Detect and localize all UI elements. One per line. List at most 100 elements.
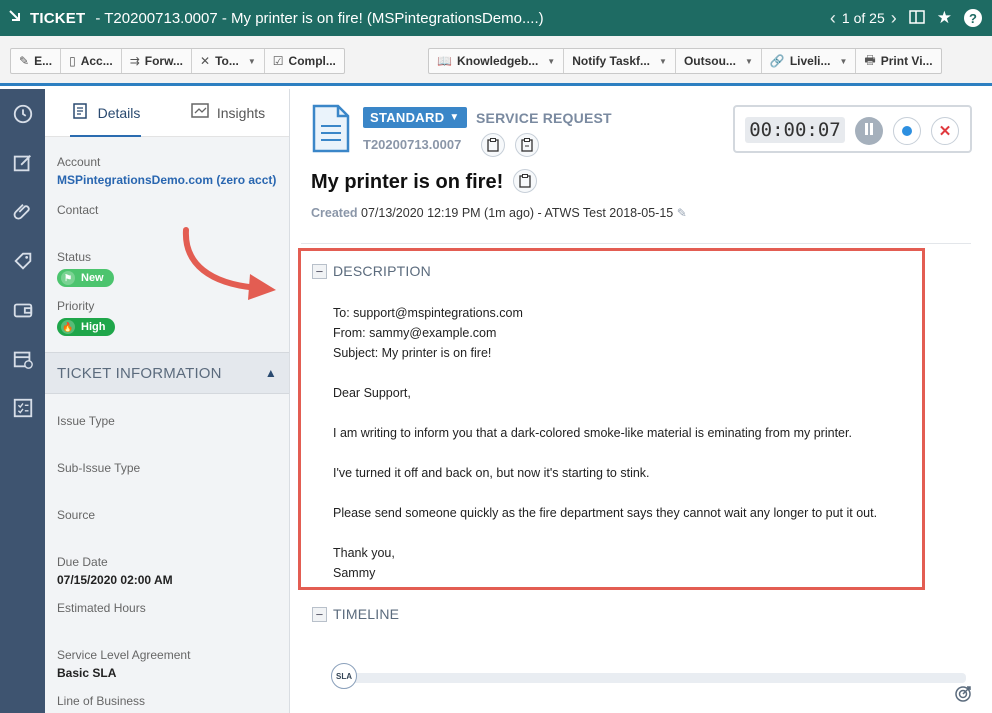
notify-taskfire-button[interactable]: Notify Taskf... ▼ xyxy=(564,49,676,73)
due-date-value: 07/15/2020 02:00 AM xyxy=(57,573,173,587)
fire-icon: 🔥 xyxy=(61,320,75,334)
split-view-icon[interactable] xyxy=(909,9,925,27)
timeline-header[interactable]: − TIMELINE xyxy=(312,606,399,622)
ticket-number: T20200713.0007 xyxy=(363,137,462,152)
issue-type-label: Issue Type xyxy=(57,414,115,428)
ticket-category-dropdown[interactable]: STANDARD ▼ xyxy=(363,107,467,128)
toolbar-group-more: 📖 Knowledgeb... ▼ Notify Taskf... ▼ Outs… xyxy=(428,48,942,74)
left-rail xyxy=(0,89,45,713)
created-info: Created 07/13/2020 12:19 PM (1m ago) - A… xyxy=(311,206,687,220)
star-icon[interactable]: ★ xyxy=(937,8,952,28)
priority-badge[interactable]: 🔥 High xyxy=(57,318,116,336)
knowledgebase-button[interactable]: 📖 Knowledgeb... ▼ xyxy=(429,49,565,73)
ticket-information-header[interactable]: TICKET INFORMATION ▲ xyxy=(45,352,289,394)
collapse-caret-icon[interactable]: ▲ xyxy=(265,366,277,380)
link-icon: 🔗 xyxy=(769,54,785,68)
email-from-line: From: sammy@example.com xyxy=(333,326,497,340)
email-closing: Thank you, xyxy=(333,546,395,560)
dropdown-caret-icon: ▼ xyxy=(547,56,556,66)
detail-tabs: Details Insights xyxy=(45,89,289,137)
created-value: 07/13/2020 12:19 PM (1m ago) - ATWS Test… xyxy=(361,206,674,220)
title-bar: TICKET - T20200713.0007 - My printer is … xyxy=(0,0,992,36)
timer-display: 00:00:07 xyxy=(745,117,845,143)
priority-field: Priority 🔥 High xyxy=(45,299,289,336)
copy-title-icon[interactable] xyxy=(513,169,537,193)
email-paragraph: I've turned it off and back on, but now … xyxy=(333,466,650,480)
document-icon: ▯ xyxy=(69,54,76,68)
email-paragraph: Please send someone quickly as the fire … xyxy=(333,506,878,520)
issue-type-field: Issue Type xyxy=(45,414,289,428)
outsource-button[interactable]: Outsou... ▼ xyxy=(676,49,762,73)
status-badge[interactable]: ⚑ New xyxy=(57,269,114,287)
stop-timer-button[interactable]: ✕ xyxy=(931,117,959,145)
edit-note-icon[interactable] xyxy=(0,138,45,187)
tag-icon[interactable] xyxy=(0,236,45,285)
checkbox-icon: ☑ xyxy=(272,54,284,68)
tab-insights[interactable]: Insights xyxy=(167,89,289,136)
pager: ‹ 1 of 25 › xyxy=(830,8,897,29)
callout-arrow xyxy=(182,227,276,300)
description-title: DESCRIPTION xyxy=(333,263,431,279)
sla-marker[interactable]: SLA xyxy=(331,663,357,689)
dropdown-caret-icon: ▼ xyxy=(449,112,460,123)
checklist-icon[interactable] xyxy=(0,383,45,432)
liveli-button[interactable]: 🔗 Liveli... ▼ xyxy=(762,49,857,73)
target-icon[interactable] xyxy=(954,685,972,703)
record-button[interactable] xyxy=(893,117,921,145)
record-dot-icon xyxy=(902,126,912,136)
estimated-hours-label: Estimated Hours xyxy=(57,601,146,615)
pause-icon xyxy=(864,122,874,140)
pause-button[interactable] xyxy=(855,117,883,145)
calendar-icon[interactable] xyxy=(0,334,45,383)
window-title: - T20200713.0007 - My printer is on fire… xyxy=(95,9,544,27)
print-view-button[interactable]: 🖶 Print Vi... xyxy=(856,49,940,73)
accept-button[interactable]: ▯ Acc... xyxy=(61,49,122,73)
sla-value: Basic SLA xyxy=(57,666,117,680)
edit-button[interactable]: ✎ E... xyxy=(11,49,62,73)
clock-icon[interactable] xyxy=(0,89,45,138)
due-date-field: Due Date 07/15/2020 02:00 AM xyxy=(45,555,289,587)
edit-pencil-icon[interactable]: ✎ xyxy=(677,206,687,220)
timer-widget: 00:00:07 ✕ xyxy=(733,105,972,153)
forward-button[interactable]: ⇉ Forw... xyxy=(122,49,192,73)
minimize-arrow-icon[interactable] xyxy=(0,9,30,28)
due-date-label: Due Date xyxy=(57,555,108,569)
created-label: Created xyxy=(311,206,358,220)
line-of-business-label: Line of Business xyxy=(57,694,146,708)
paperclip-icon[interactable] xyxy=(0,187,45,236)
window-label: TICKET xyxy=(30,9,86,27)
copy-number-icon[interactable] xyxy=(481,133,505,157)
details-icon xyxy=(72,102,90,123)
flag-icon: ⚑ xyxy=(61,271,75,285)
previous-chevron-icon[interactable]: ‹ xyxy=(830,8,836,29)
tools-button[interactable]: ✕ To... ▼ xyxy=(192,49,265,73)
description-body: To: support@mspintegrations.com From: sa… xyxy=(333,303,877,583)
source-label: Source xyxy=(57,508,96,522)
next-chevron-icon[interactable]: › xyxy=(891,8,897,29)
copy-link-icon[interactable] xyxy=(515,133,539,157)
description-header[interactable]: − DESCRIPTION xyxy=(312,263,431,279)
collapse-minus-icon[interactable]: − xyxy=(312,606,327,622)
dropdown-caret-icon: ▼ xyxy=(247,56,256,66)
header-divider xyxy=(301,243,971,244)
help-icon[interactable]: ? xyxy=(964,9,982,27)
wallet-icon[interactable] xyxy=(0,285,45,334)
details-pane: Details Insights Account MSPintegrations… xyxy=(45,89,290,713)
estimated-hours-field: Estimated Hours xyxy=(45,601,289,615)
account-field: Account MSPintegrationsDemo.com (zero ac… xyxy=(45,155,289,187)
ticket-main: STANDARD ▼ SERVICE REQUEST T20200713.000… xyxy=(291,89,992,713)
tab-details[interactable]: Details xyxy=(45,89,167,137)
collapse-minus-icon[interactable]: − xyxy=(312,263,327,279)
email-paragraph: I am writing to inform you that a dark-c… xyxy=(333,426,852,440)
dropdown-caret-icon: ▼ xyxy=(659,56,667,66)
account-link[interactable]: MSPintegrationsDemo.com (zero acct) xyxy=(57,173,277,187)
tab-insights-label: Insights xyxy=(216,104,266,121)
ticket-type: SERVICE REQUEST xyxy=(476,110,612,126)
pencil-icon: ✎ xyxy=(19,54,30,68)
sub-issue-type-label: Sub-Issue Type xyxy=(57,461,141,475)
insights-icon xyxy=(191,103,209,122)
printer-icon: 🖶 xyxy=(864,52,876,67)
email-subject-line: Subject: My printer is on fire! xyxy=(333,346,492,360)
forward-icon: ⇉ xyxy=(129,54,140,68)
complete-button[interactable]: ☑ Compl... xyxy=(265,49,344,73)
